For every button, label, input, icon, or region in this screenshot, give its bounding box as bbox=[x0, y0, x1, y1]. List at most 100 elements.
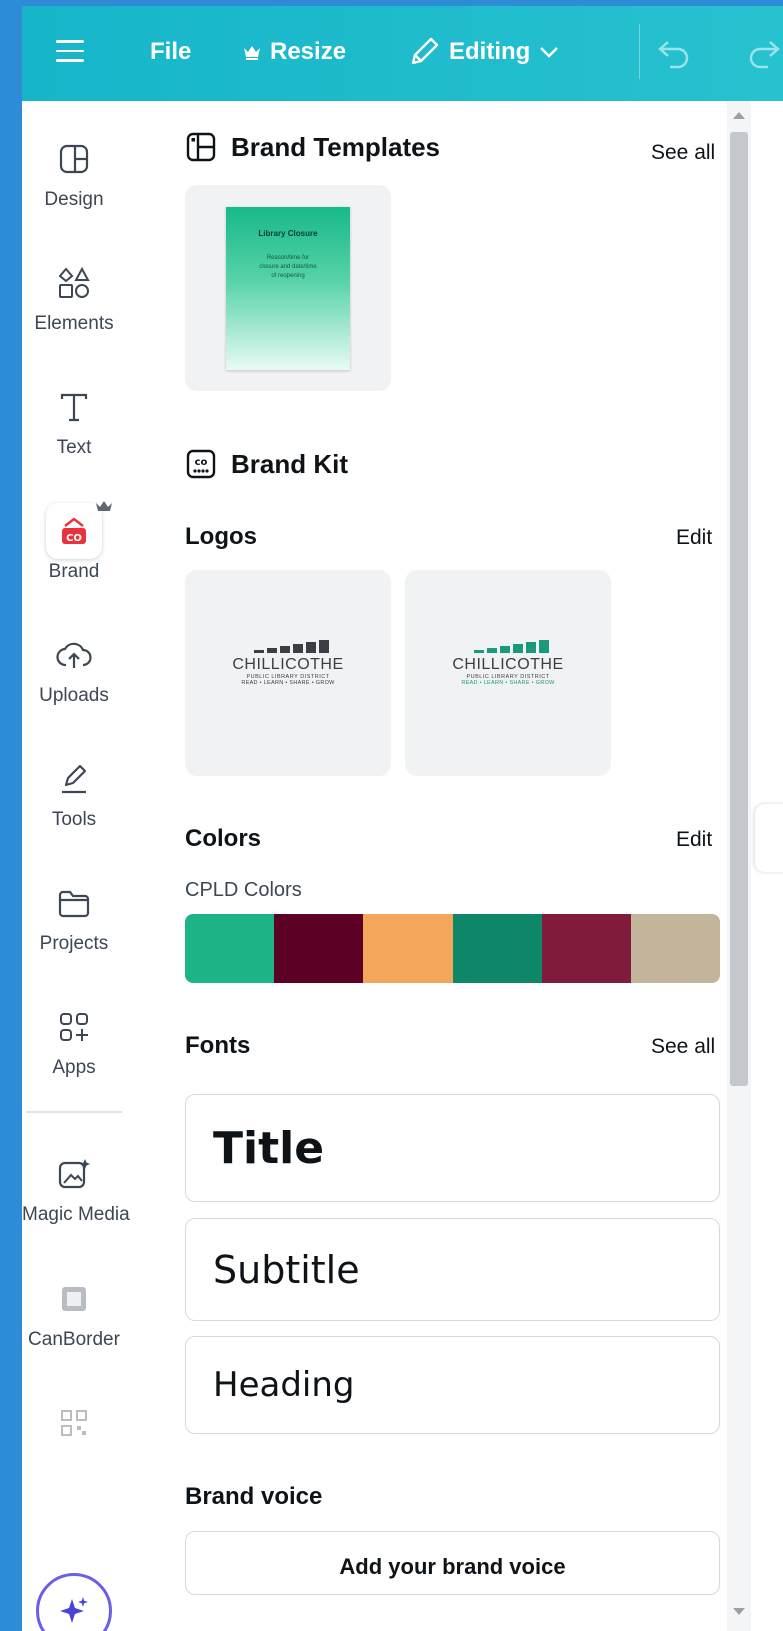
subtitle-font-text: Subtitle bbox=[213, 1247, 360, 1292]
editing-label: Editing bbox=[449, 38, 531, 65]
logo-tagline: READ • LEARN • SHARE • GROW bbox=[241, 680, 335, 686]
add-brand-voice-button[interactable]: Add your brand voice bbox=[185, 1531, 720, 1595]
brand-templates-see-all-link[interactable]: See all bbox=[651, 141, 715, 165]
sidebar-item-uploads[interactable]: Uploads bbox=[22, 627, 126, 707]
svg-text:co: co bbox=[195, 457, 208, 468]
logo-bars-graphic bbox=[213, 640, 391, 654]
color-palette bbox=[185, 914, 720, 983]
color-swatch[interactable] bbox=[452, 914, 542, 983]
crown-icon bbox=[96, 501, 112, 511]
sidebar-item-label: Projects bbox=[39, 933, 109, 954]
logos-edit-link[interactable]: Edit bbox=[676, 526, 712, 550]
editing-mode-dropdown[interactable]: Editing bbox=[407, 32, 560, 72]
logo-card[interactable]: CHILLICOTHE PUBLIC LIBRARY DISTRICT READ… bbox=[405, 570, 611, 776]
brand-kit-header: co Brand Kit bbox=[185, 448, 348, 480]
color-swatch[interactable] bbox=[541, 914, 631, 983]
logos-title: Logos bbox=[185, 523, 257, 550]
font-title-sample[interactable]: Title bbox=[185, 1094, 720, 1202]
brand-templates-title: Brand Templates bbox=[231, 131, 441, 162]
template-body: Reason/time for closure and date/time of… bbox=[259, 255, 317, 279]
logo-image: CHILLICOTHE PUBLIC LIBRARY DISTRICT READ… bbox=[185, 640, 391, 686]
brand-template-thumbnail: Library Closure Reason/time for closure … bbox=[226, 207, 350, 370]
cloud-upload-icon bbox=[46, 627, 102, 683]
colors-title: Colors bbox=[185, 825, 262, 852]
brand-panel: Brand Templates See all Library Closure … bbox=[157, 101, 727, 1631]
sidebar-item-label: CanBorder bbox=[28, 1329, 120, 1350]
sidebar-item-label: Tools bbox=[51, 809, 97, 830]
sidebar-item-qr-code[interactable] bbox=[22, 1395, 126, 1451]
logo-name: CHILLICOTHE bbox=[452, 656, 564, 673]
colors-edit-link[interactable]: Edit bbox=[676, 828, 712, 852]
brand-icon: CO bbox=[46, 501, 112, 559]
brand-templates-icon bbox=[186, 132, 216, 162]
logo-tagline: READ • LEARN • SHARE • GROW bbox=[461, 680, 555, 686]
apps-grid-icon bbox=[46, 999, 102, 1055]
magic-assistant-button[interactable] bbox=[36, 1573, 112, 1631]
sidebar-item-label: Text bbox=[56, 437, 92, 458]
redo-icon[interactable] bbox=[744, 34, 783, 70]
hamburger-menu-icon[interactable] bbox=[56, 34, 90, 68]
sidebar-item-label: Design bbox=[44, 189, 104, 210]
fonts-title: Fonts bbox=[185, 1032, 251, 1059]
chevron-down-icon bbox=[540, 47, 559, 58]
logo-name: CHILLICOTHE bbox=[232, 656, 344, 673]
sidebar-item-apps[interactable]: Apps bbox=[22, 999, 126, 1079]
color-swatch[interactable] bbox=[185, 914, 275, 983]
scroll-down-arrow-icon[interactable] bbox=[733, 1608, 745, 1615]
logo-bars-graphic bbox=[433, 640, 611, 654]
sidebar-item-elements[interactable]: Elements bbox=[22, 255, 126, 335]
font-subtitle-sample[interactable]: Subtitle bbox=[185, 1218, 720, 1321]
add-brand-voice-label: Add your brand voice bbox=[339, 1554, 566, 1579]
sidebar-item-label: Apps bbox=[52, 1057, 96, 1078]
app-window: File Resize Editing Design Elements Text… bbox=[22, 6, 783, 1631]
color-swatch[interactable] bbox=[630, 914, 720, 983]
heading-font-text: Heading bbox=[213, 1365, 355, 1405]
sidebar-item-magic-media[interactable]: Magic Media bbox=[22, 1146, 130, 1226]
palette-name: CPLD Colors bbox=[185, 879, 302, 901]
file-menu-button[interactable]: File bbox=[150, 32, 191, 72]
fonts-see-all-link[interactable]: See all bbox=[651, 1035, 715, 1059]
logo-card[interactable]: CHILLICOTHE PUBLIC LIBRARY DISTRICT READ… bbox=[185, 570, 391, 776]
collapse-panel-handle[interactable] bbox=[755, 804, 783, 872]
shapes-icon bbox=[46, 255, 102, 311]
sidebar-item-label: Uploads bbox=[39, 685, 109, 706]
sidebar-item-canborder[interactable]: CanBorder bbox=[22, 1271, 126, 1351]
pencil-icon bbox=[411, 37, 439, 65]
color-swatch[interactable] bbox=[274, 914, 364, 983]
scroll-up-arrow-icon[interactable] bbox=[733, 112, 745, 119]
file-label: File bbox=[150, 38, 192, 65]
text-icon bbox=[46, 379, 102, 435]
sidebar-item-label: Magic Media bbox=[22, 1204, 130, 1225]
crown-icon bbox=[244, 46, 260, 60]
canborder-app-icon bbox=[46, 1271, 102, 1327]
brand-kit-icon: co bbox=[186, 449, 216, 479]
scrollbar-thumb[interactable] bbox=[730, 132, 748, 1086]
sidebar-item-projects[interactable]: Projects bbox=[22, 875, 126, 955]
font-heading-sample[interactable]: Heading bbox=[185, 1336, 720, 1434]
sidebar-divider bbox=[26, 1111, 122, 1113]
sidebar-item-design[interactable]: Design bbox=[22, 131, 126, 211]
svg-text:CO: CO bbox=[66, 533, 82, 544]
undo-icon[interactable] bbox=[654, 34, 694, 70]
resize-label: Resize bbox=[270, 38, 347, 65]
brand-voice-title: Brand voice bbox=[185, 1483, 323, 1510]
template-heading: Library Closure bbox=[258, 229, 318, 238]
color-swatch[interactable] bbox=[363, 914, 453, 983]
sidebar-item-label: Elements bbox=[34, 313, 114, 334]
title-font-text: Title bbox=[213, 1122, 325, 1174]
top-toolbar: File Resize Editing bbox=[22, 6, 783, 101]
sidebar-item-brand[interactable]: CO Brand bbox=[22, 501, 126, 583]
sparkle-icon bbox=[60, 1597, 88, 1623]
sidebar-item-text[interactable]: Text bbox=[22, 379, 126, 459]
brand-templates-header: Brand Templates bbox=[185, 131, 440, 163]
tools-pen-icon bbox=[46, 751, 102, 807]
folder-icon bbox=[46, 875, 102, 931]
resize-button[interactable]: Resize bbox=[242, 32, 346, 72]
logo-image: CHILLICOTHE PUBLIC LIBRARY DISTRICT READ… bbox=[405, 640, 611, 686]
brand-template-card[interactable]: Library Closure Reason/time for closure … bbox=[185, 185, 391, 391]
toolbar-divider bbox=[639, 24, 640, 79]
brand-kit-title: Brand Kit bbox=[231, 448, 348, 479]
sidebar-item-tools[interactable]: Tools bbox=[22, 751, 126, 831]
left-sidebar: Design Elements Text CO Brand Uploads To… bbox=[22, 101, 157, 1631]
design-icon bbox=[46, 131, 102, 187]
